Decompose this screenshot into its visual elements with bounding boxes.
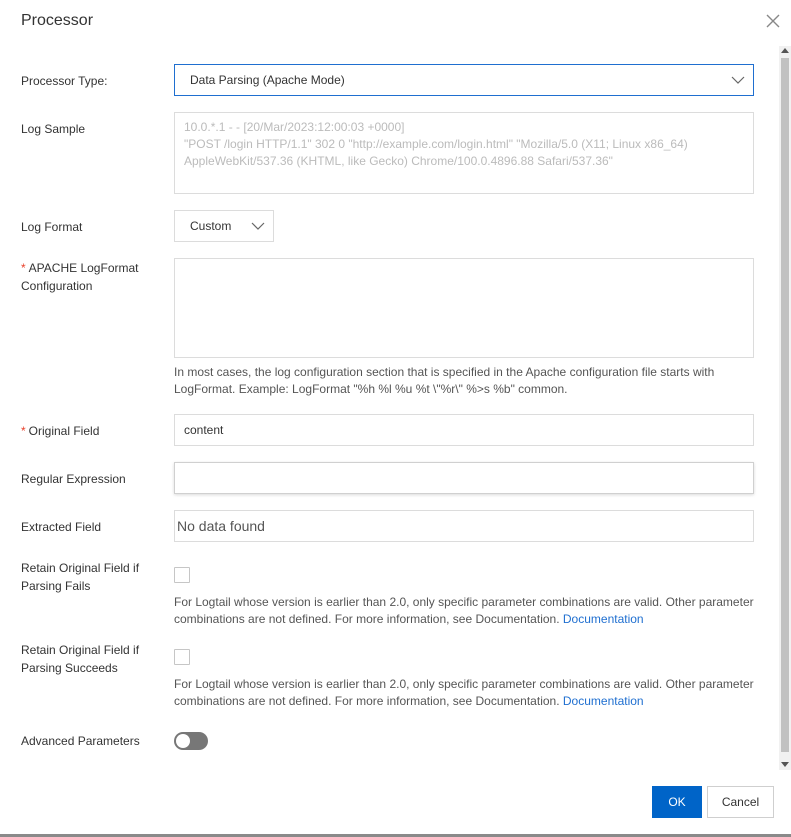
documentation-link[interactable]: Documentation (563, 694, 644, 708)
retain-on-fail-label: Retain Original Field if Parsing Fails (21, 561, 140, 593)
retain-on-fail-checkbox[interactable] (174, 567, 190, 583)
chevron-down-icon (243, 222, 273, 230)
scroll-up-icon[interactable] (781, 48, 789, 53)
processor-type-label: Processor Type: (21, 74, 108, 88)
regular-expression-input[interactable] (174, 462, 754, 494)
log-sample-placeholder-line: 10.0.*.1 - - [20/Mar/2023:12:00:03 +0000… (184, 120, 405, 134)
retain-on-success-help: For Logtail whose version is earlier tha… (174, 677, 754, 708)
processor-type-value: Data Parsing (Apache Mode) (190, 73, 345, 87)
close-button[interactable] (764, 12, 782, 30)
extracted-field-value: No data found (174, 510, 754, 542)
apache-logformat-help: In most cases, the log configuration sec… (174, 365, 715, 396)
apache-logformat-label: * APACHE LogFormat Configuration (21, 261, 139, 293)
ok-button[interactable]: OK (652, 786, 702, 818)
close-icon (766, 14, 780, 28)
chevron-down-icon (723, 76, 753, 84)
log-format-label: Log Format (21, 220, 83, 234)
processor-dialog: Processor Processor Type: Data Parsing (… (0, 0, 791, 837)
log-format-select[interactable]: Custom (174, 210, 274, 242)
original-field-input[interactable]: content (174, 414, 754, 446)
retain-on-success-label: Retain Original Field if Parsing Succeed… (21, 643, 140, 675)
log-format-value: Custom (190, 219, 232, 233)
required-mark: * (21, 261, 26, 275)
vertical-scrollbar[interactable] (779, 46, 791, 770)
apache-logformat-textarea[interactable] (174, 258, 754, 358)
documentation-link[interactable]: Documentation (563, 612, 644, 626)
advanced-parameters-label: Advanced Parameters (21, 734, 140, 748)
log-sample-placeholder-line: "POST /login HTTP/1.1" 302 0 "http://exa… (184, 137, 688, 151)
retain-on-success-checkbox[interactable] (174, 649, 190, 665)
retain-on-fail-help: For Logtail whose version is earlier tha… (174, 595, 754, 626)
log-sample-textarea[interactable]: 10.0.*.1 - - [20/Mar/2023:12:00:03 +0000… (174, 112, 754, 194)
dialog-title: Processor (21, 12, 94, 29)
original-field-label: * Original Field (21, 424, 100, 438)
scrollbar-thumb[interactable] (781, 58, 789, 752)
extracted-field-label: Extracted Field (21, 520, 102, 534)
cancel-button[interactable]: Cancel (707, 786, 774, 818)
log-sample-placeholder-line: AppleWebKit/537.36 (KHTML, like Gecko) C… (184, 154, 613, 168)
log-sample-label: Log Sample (21, 122, 86, 136)
scroll-down-icon[interactable] (781, 762, 789, 767)
required-mark: * (21, 424, 26, 438)
regular-expression-label: Regular Expression (21, 472, 126, 486)
advanced-parameters-switch[interactable] (174, 732, 208, 750)
processor-type-select[interactable]: Data Parsing (Apache Mode) (174, 64, 754, 96)
switch-knob (176, 734, 190, 748)
